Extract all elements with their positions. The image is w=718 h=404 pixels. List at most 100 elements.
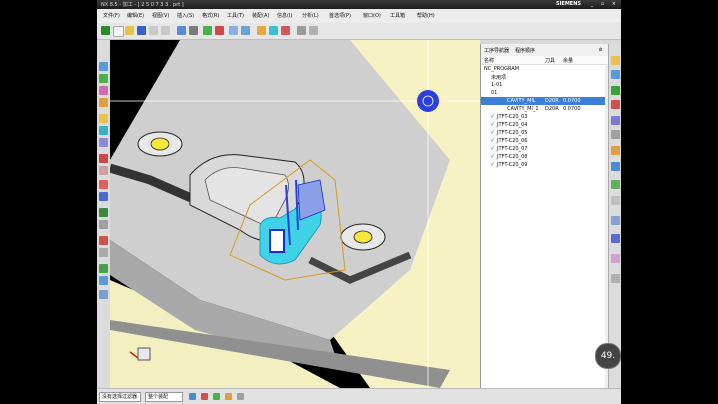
tree-row[interactable]: ✓ JTFT-C20_06 bbox=[481, 137, 605, 145]
menu-toolbox[interactable]: 工具箱 bbox=[390, 12, 405, 19]
internet-explorer-icon[interactable] bbox=[611, 162, 620, 171]
menu-insert[interactable]: 插入(S) bbox=[177, 12, 194, 19]
pin-icon[interactable]: ǿ bbox=[599, 47, 602, 53]
snap-icon[interactable] bbox=[203, 26, 212, 35]
selection-filter-dropdown[interactable]: 没有选择过滤器 bbox=[99, 392, 141, 402]
shop-doc-icon[interactable] bbox=[309, 26, 318, 35]
system-scenes-icon[interactable] bbox=[611, 196, 620, 205]
menu-file[interactable]: 文件(F) bbox=[103, 12, 120, 19]
tree-row-label: JTFT-C20_05 bbox=[497, 130, 528, 136]
mold-wizard-icon[interactable] bbox=[611, 234, 620, 243]
verify-icon[interactable] bbox=[99, 180, 108, 189]
complete-check-icon: ✓ bbox=[490, 145, 496, 152]
menu-bar: 文件(F) 编辑(E) 视图(V) 插入(S) 格式(R) 工具(T) 装配(A… bbox=[97, 9, 621, 24]
snap-mid-icon[interactable] bbox=[213, 393, 220, 400]
graphics-window[interactable] bbox=[110, 40, 480, 388]
part-navigator-icon[interactable] bbox=[611, 70, 620, 79]
post-process-icon[interactable] bbox=[297, 26, 306, 35]
collision-check-icon[interactable] bbox=[99, 276, 108, 285]
tree-row[interactable]: CAVITY_MI_1 D20R 0.0700 bbox=[481, 105, 605, 113]
create-program-icon[interactable] bbox=[99, 62, 108, 71]
output-cls-icon[interactable] bbox=[99, 208, 108, 217]
settings-icon[interactable] bbox=[611, 274, 620, 283]
system-materials-icon[interactable] bbox=[611, 130, 620, 139]
machining-method-view-icon[interactable] bbox=[99, 166, 108, 175]
layer-icon[interactable] bbox=[215, 26, 224, 35]
verify-toolpath-icon[interactable] bbox=[281, 26, 290, 35]
open-folder-icon[interactable] bbox=[125, 26, 134, 35]
feature-icon[interactable] bbox=[99, 248, 108, 257]
palettes-icon[interactable] bbox=[611, 180, 620, 189]
tree-row-tool: D20R bbox=[545, 106, 559, 112]
redo-icon[interactable] bbox=[161, 26, 170, 35]
operation-navigator-icon[interactable] bbox=[611, 86, 620, 95]
postprocess-icon[interactable] bbox=[99, 220, 108, 229]
menu-view[interactable]: 视图(V) bbox=[152, 12, 169, 19]
save-icon[interactable] bbox=[137, 26, 146, 35]
roles-icon[interactable] bbox=[611, 146, 620, 155]
snap-end-icon[interactable] bbox=[201, 393, 208, 400]
menu-window[interactable]: 窗口(O) bbox=[363, 12, 381, 19]
copy-icon[interactable] bbox=[177, 26, 186, 35]
menu-preferences[interactable]: 首选项(P) bbox=[329, 12, 351, 19]
create-geometry-icon[interactable] bbox=[99, 86, 108, 95]
geometry-view-icon[interactable] bbox=[99, 154, 108, 163]
tree-row[interactable]: NC_PROGRAM bbox=[481, 65, 605, 73]
program-order-view-icon[interactable] bbox=[99, 126, 108, 135]
create-tool-icon[interactable] bbox=[99, 74, 108, 83]
menu-format[interactable]: 格式(R) bbox=[202, 12, 219, 19]
start-icon[interactable] bbox=[101, 26, 110, 35]
create-operation-icon[interactable] bbox=[99, 114, 108, 123]
tree-row[interactable]: 1-01 bbox=[481, 81, 605, 89]
menu-info[interactable]: 信息(I) bbox=[277, 12, 292, 19]
complete-check-icon: ✓ bbox=[490, 137, 496, 144]
tree-row[interactable]: 01 bbox=[481, 89, 605, 97]
snap-quad-icon[interactable] bbox=[237, 393, 244, 400]
tree-row[interactable]: ✓ JTFT-C20_04 bbox=[481, 121, 605, 129]
tree-row-label: JTFT-C20_08 bbox=[497, 154, 528, 160]
tree-row[interactable]: ✓ JTFT-C20_03 bbox=[481, 113, 605, 121]
menu-edit[interactable]: 编辑(E) bbox=[127, 12, 144, 19]
history-icon[interactable] bbox=[611, 116, 620, 125]
tree-row[interactable]: ✓ JTFT-C20_07 bbox=[481, 145, 605, 153]
assembly-navigator-icon[interactable] bbox=[611, 56, 620, 65]
navigator-columns: 名称 刀具 余量 bbox=[481, 56, 609, 65]
tree-row-tool: D20R bbox=[545, 98, 559, 104]
menu-analysis[interactable]: 分析(L) bbox=[302, 12, 319, 19]
tree-row-selected[interactable]: CAVITY_MIL D20R 0.0700 bbox=[481, 97, 605, 105]
col-method[interactable]: 余量 bbox=[563, 57, 573, 64]
machine-tool-view-icon[interactable] bbox=[99, 138, 108, 147]
snap-center-icon[interactable] bbox=[225, 393, 232, 400]
generate-toolpath-icon[interactable] bbox=[257, 26, 266, 35]
col-tool[interactable]: 刀具 bbox=[545, 57, 555, 64]
shop-documentation-icon[interactable] bbox=[99, 236, 108, 245]
tab-operation-navigator[interactable]: 工序导航器 bbox=[484, 47, 509, 54]
new-file-icon[interactable] bbox=[113, 26, 124, 37]
menu-tools[interactable]: 工具(T) bbox=[227, 12, 244, 19]
clock-icon[interactable] bbox=[611, 216, 620, 225]
menu-assembly[interactable]: 装配(A) bbox=[252, 12, 269, 19]
col-name[interactable]: 名称 bbox=[484, 57, 494, 64]
create-method-icon[interactable] bbox=[99, 98, 108, 107]
tree-row[interactable]: ✓ JTFT-C20_05 bbox=[481, 129, 605, 137]
undo-icon[interactable] bbox=[149, 26, 158, 35]
view-orient-icon[interactable] bbox=[229, 26, 238, 35]
menu-help[interactable]: 帮助(H) bbox=[417, 12, 435, 19]
list-icon[interactable] bbox=[99, 192, 108, 201]
tree-row[interactable]: ✓ JTFT-C20_09 bbox=[481, 161, 605, 169]
tree-row[interactable]: 未用项 bbox=[481, 73, 605, 81]
reuse-library-icon[interactable] bbox=[611, 100, 620, 109]
assembly-scope-dropdown[interactable]: 整个装配 bbox=[145, 392, 183, 402]
window-controls[interactable]: _ ▫ × bbox=[591, 1, 619, 7]
simulation-icon[interactable] bbox=[99, 264, 108, 273]
wcs-origin-marker bbox=[417, 90, 439, 112]
complete-check-icon: ✓ bbox=[490, 121, 496, 128]
tree-row[interactable]: ✓ JTFT-C20_08 bbox=[481, 153, 605, 161]
replay-toolpath-icon[interactable] bbox=[269, 26, 278, 35]
paste-icon[interactable] bbox=[189, 26, 198, 35]
gouge-check-icon[interactable] bbox=[99, 290, 108, 299]
render-style-icon[interactable] bbox=[241, 26, 250, 35]
snap-point-icon[interactable] bbox=[189, 393, 196, 400]
help-icon[interactable] bbox=[611, 254, 620, 263]
tab-program-order[interactable]: 程序顺序 bbox=[515, 47, 535, 54]
